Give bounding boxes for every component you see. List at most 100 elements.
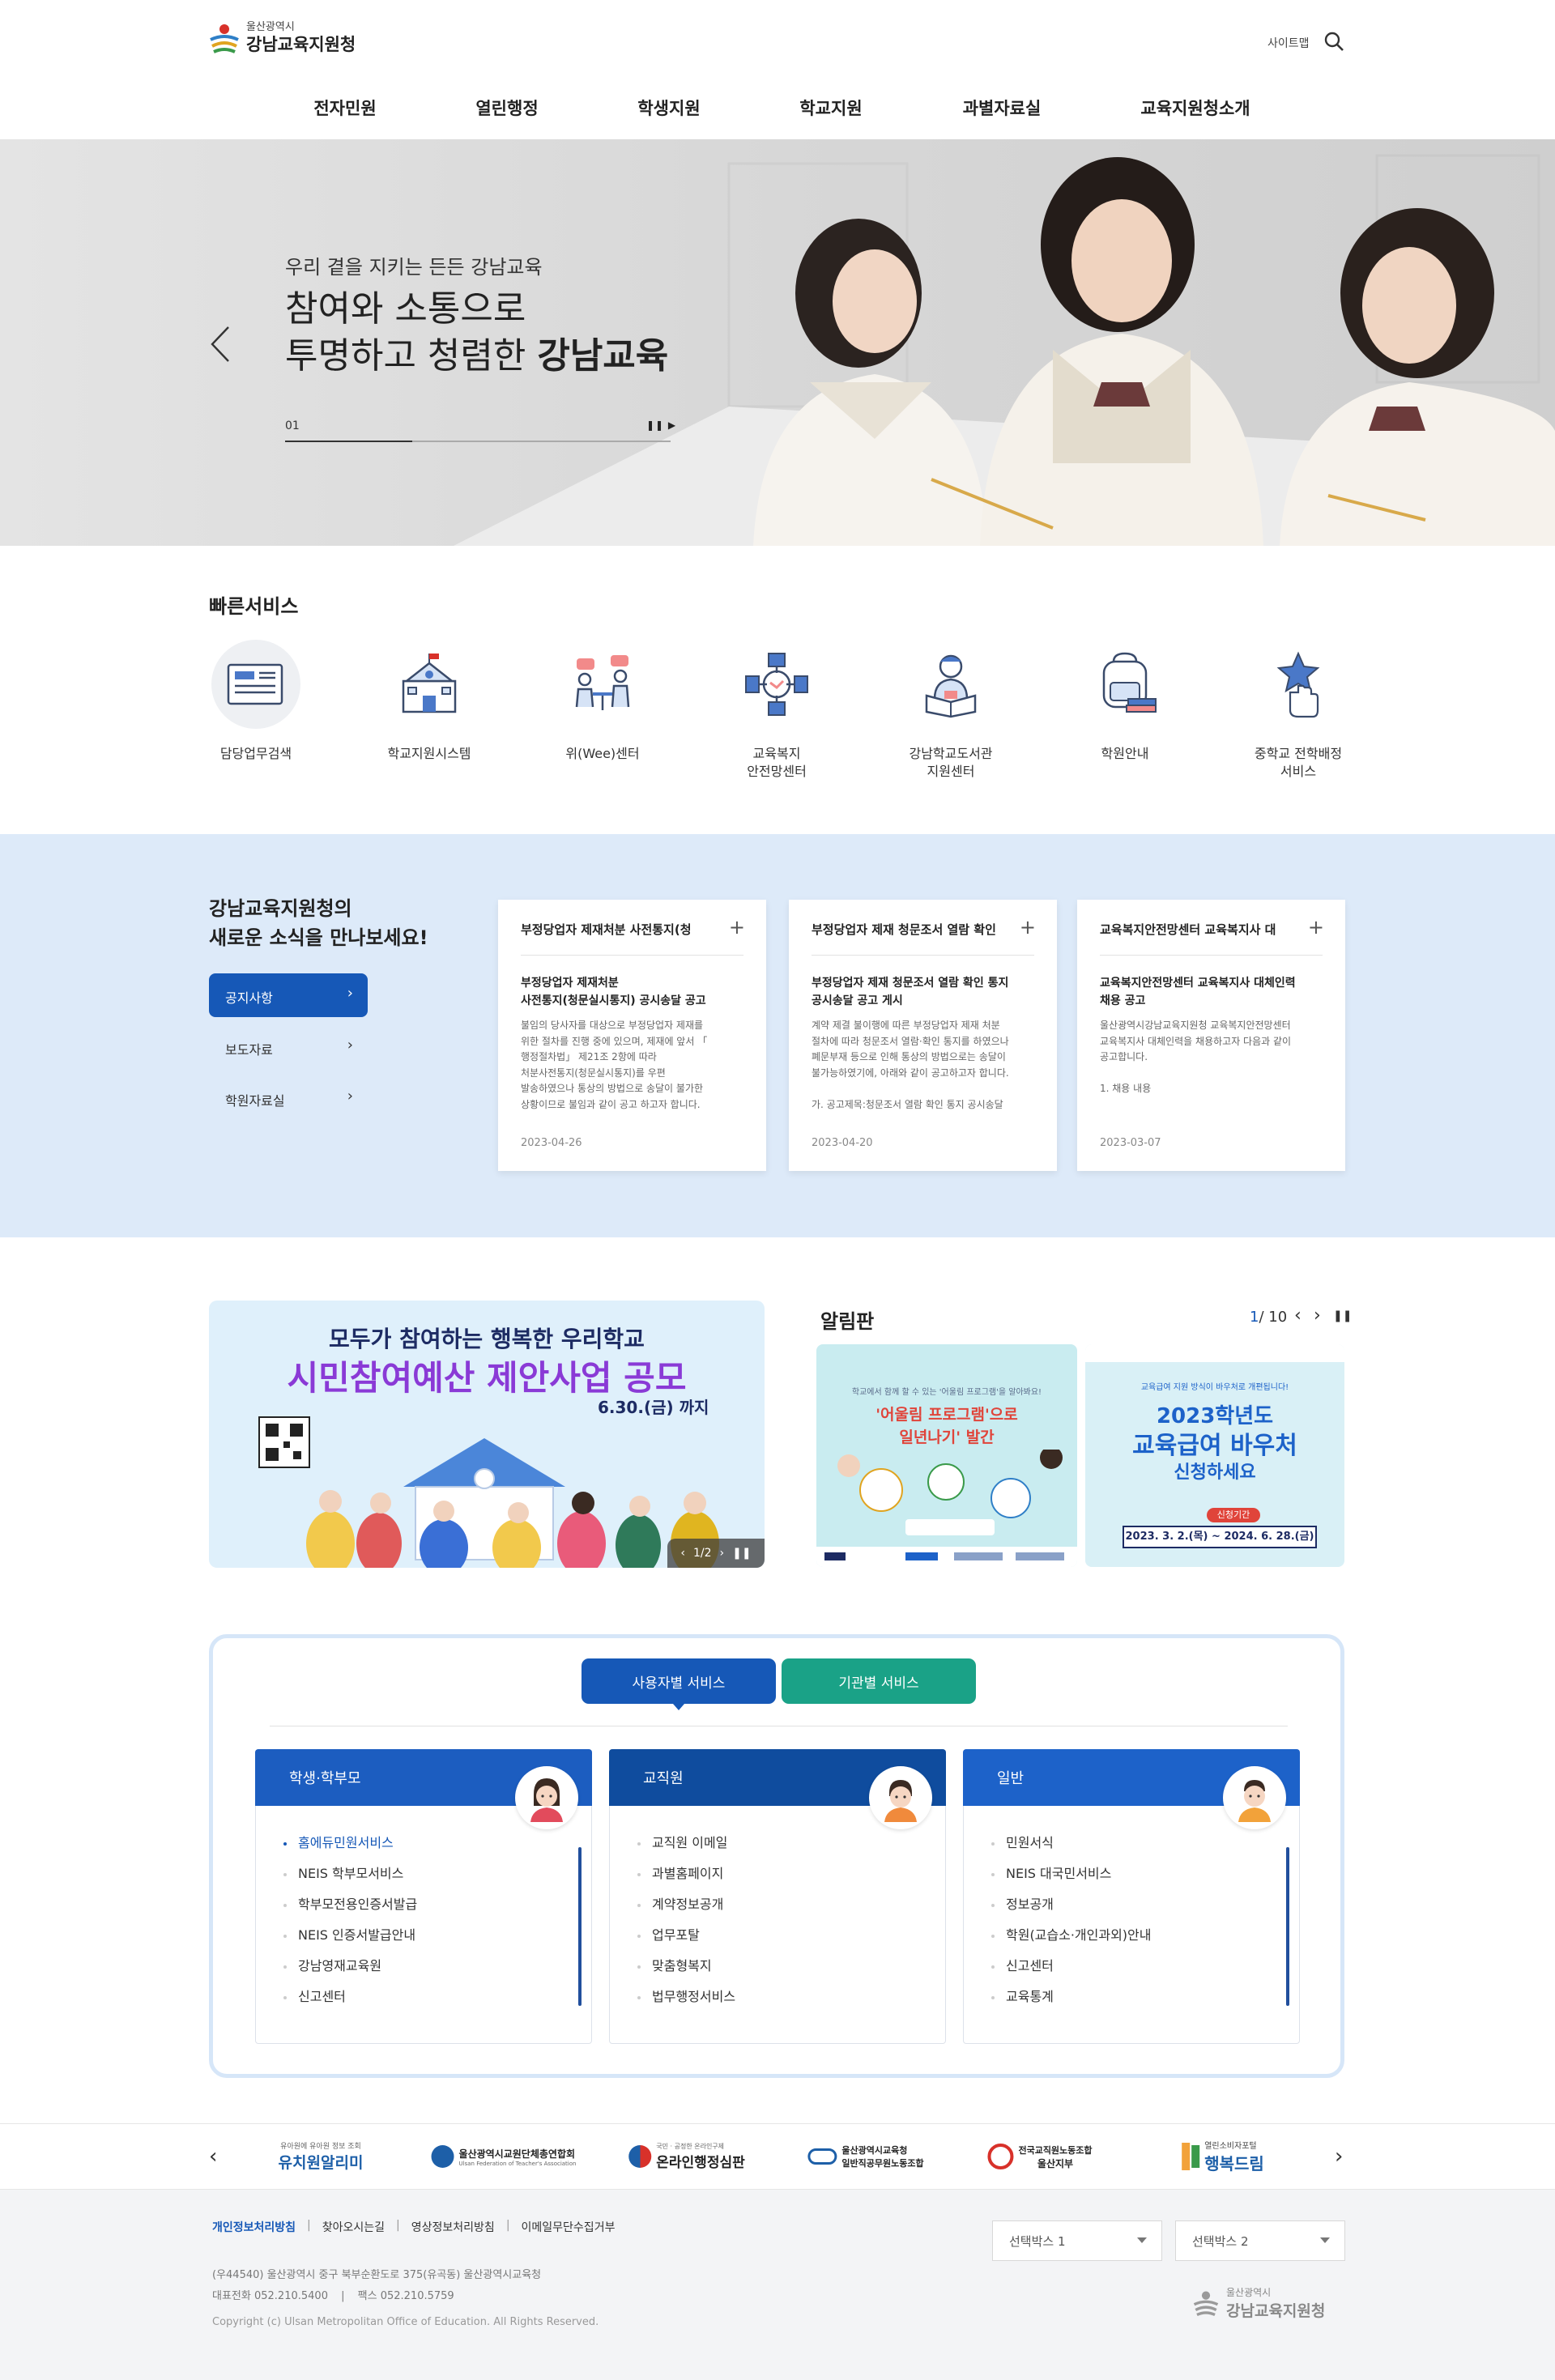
sitemap-link[interactable]: 사이트맵 — [1267, 35, 1310, 51]
chevron-right-icon[interactable]: › — [1314, 1305, 1321, 1326]
banner-teachers-federation[interactable]: 울산광역시교원단체총연합회 Ulsan Federation of Teache… — [431, 2138, 576, 2175]
footer-link-privacy[interactable]: 개인정보처리방침 — [212, 2219, 296, 2235]
nav-about[interactable]: 교육지원청소개 — [1140, 96, 1250, 120]
banner-teachers-union[interactable]: 전국교직원노동조합 울산지부 — [987, 2138, 1093, 2175]
nav-dept-archive[interactable]: 과별자료실 — [963, 96, 1042, 120]
pause-icon[interactable]: ❚❚ — [1333, 1309, 1352, 1322]
service-link[interactable]: 학원(교습소·개인과외)안내 — [991, 1920, 1152, 1951]
footer-address: (우44540) 울산광역시 중구 북부순환도로 375(유곡동) 울산광역시교… — [212, 2269, 542, 2281]
tab-notices[interactable]: 공지사항 › — [209, 973, 368, 1017]
plus-icon[interactable]: + — [1020, 916, 1036, 939]
service-link[interactable]: 신고센터 — [283, 1982, 417, 2012]
search-icon[interactable] — [1323, 31, 1344, 52]
promo-pager-text: 1/2 — [693, 1547, 712, 1560]
nav-school-support[interactable]: 학교지원 — [799, 96, 862, 120]
news-card-title[interactable]: 부정당업자 제재 청문조서 열람 확인 — [812, 921, 1014, 938]
service-link[interactable]: NEIS 대국민서비스 — [991, 1858, 1152, 1889]
chevron-right-icon: › — [347, 1037, 353, 1054]
nav-e-civil[interactable]: 전자민원 — [313, 96, 376, 120]
hero-prev-arrow-icon[interactable] — [207, 324, 232, 364]
nav-open-admin[interactable]: 열린행정 — [475, 96, 538, 120]
promo-banner[interactable]: 모두가 참여하는 행복한 우리학교 시민참여예산 제안사업 공모 6.30.(금… — [209, 1301, 765, 1568]
nav-student-support[interactable]: 학생지원 — [637, 96, 700, 120]
scrollbar[interactable] — [578, 1847, 582, 2006]
board-card-main3: 신청하세요 — [1174, 1462, 1256, 1483]
tab-user-services[interactable]: 사용자별 서비스 — [582, 1658, 776, 1704]
news-card[interactable]: 부정당업자 제재처분 사전통지(청 + 부정당업자 제재처분 사전통지(청문실시… — [498, 900, 766, 1171]
footer-link-cctv[interactable]: 영상정보처리방침 — [411, 2219, 495, 2235]
quick-item-label: 학원안내 — [1101, 746, 1149, 761]
service-link[interactable]: 교직원 이메일 — [637, 1828, 735, 1858]
banner-kindergarten[interactable]: 유아원에 유아원 정보 조회 유치원알리미 — [279, 2138, 364, 2175]
news-card[interactable]: 부정당업자 제재 청문조서 열람 확인 + 부정당업자 제재 청문조서 열람 확… — [789, 900, 1057, 1171]
service-link[interactable]: 업무포탈 — [637, 1920, 735, 1951]
news-heading-line1: 강남교육지원청의 — [209, 897, 352, 920]
banner-online-appeal[interactable]: 국민 · 공정한 온라인구제 온라인행정심판 — [628, 2138, 745, 2175]
footer-link-directions[interactable]: 찾아오시는길 — [322, 2219, 385, 2235]
service-link[interactable]: NEIS 인증서발급안내 — [283, 1920, 417, 1951]
footer-logo-sub: 울산광역시 — [1226, 2287, 1272, 2298]
board-card-main2: 교육급여 바우처 — [1132, 1432, 1297, 1460]
news-card-body: 불임의 당사자를 대상으로 부정당업자 제재를 위한 절차를 진행 중에 있으며… — [521, 1020, 708, 1110]
chevron-left-icon[interactable]: ‹ — [209, 2144, 217, 2169]
chevron-right-icon: › — [347, 1088, 353, 1105]
chevron-left-icon[interactable]: ‹ — [680, 1547, 685, 1560]
chevron-right-icon[interactable]: › — [1335, 2144, 1343, 2169]
news-card-body: 울산광역시강남교육지원청 교육복지안전망센터 교육복지사 대체인력을 채용하고자… — [1100, 1020, 1292, 1094]
footer-link-email[interactable]: 이메일무단수집거부 — [522, 2219, 616, 2235]
service-link[interactable]: 교육통계 — [991, 1982, 1152, 2012]
scrollbar[interactable] — [1286, 1847, 1289, 2006]
quick-item-label: 학교지원시스템 — [387, 746, 471, 761]
board-card-small: 학교에서 함께 할 수 있는 '어울림 프로그램'을 알아봐요! — [851, 1388, 1042, 1397]
tab-academy-archive[interactable]: 학원자료실 › — [209, 1076, 368, 1120]
quick-item-wee-center[interactable]: 위(Wee)센터 — [530, 640, 675, 763]
service-link[interactable]: 학부모전용인증서발급 — [283, 1889, 417, 1920]
service-link[interactable]: 강남영재교육원 — [283, 1951, 417, 1982]
service-box-staff: 교직원 교직원 이메일 과별홈페이지 계약정보공개 업무포탈 맞춤형복지 법무행… — [609, 1749, 946, 2044]
news-card-title[interactable]: 교육복지안전망센터 교육복지사 대 — [1100, 921, 1302, 938]
hero-pause-play-icon[interactable]: ❚❚ ▶ — [646, 419, 676, 431]
footer-select-2-value: 선택박스 2 — [1192, 2234, 1249, 2249]
service-list: 교직원 이메일 과별홈페이지 계약정보공개 업무포탈 맞춤형복지 법무행정서비스 — [637, 1828, 735, 2012]
footer-select-1[interactable]: 선택박스 1 — [992, 2220, 1162, 2261]
service-link[interactable]: 정보공개 — [991, 1889, 1152, 1920]
service-link[interactable]: 과별홈페이지 — [637, 1858, 735, 1889]
news-card[interactable]: 교육복지안전망센터 교육복지사 대 + 교육복지안전망센터 교육복지사 대체인력… — [1077, 900, 1345, 1171]
service-link[interactable]: 법무행정서비스 — [637, 1982, 735, 2012]
service-link[interactable]: 신고센터 — [991, 1951, 1152, 1982]
service-link[interactable]: 민원서식 — [991, 1828, 1152, 1858]
board-card-voucher[interactable]: 교육급여 지원 방식이 바우처로 개편됩니다! 2023학년도 교육급여 바우처… — [1085, 1344, 1344, 1567]
service-link[interactable]: 홈에듀민원서비스 — [283, 1828, 417, 1858]
site-logo[interactable]: 울산광역시 강남교육지원청 — [209, 21, 356, 55]
tab-academy-label: 학원자료실 — [225, 1093, 285, 1109]
service-box-student-parent: 학생·학부모 홈에듀민원서비스 NEIS 학부모서비스 학부모전용인증서발급 N… — [255, 1749, 592, 2044]
service-link[interactable]: 맞춤형복지 — [637, 1951, 735, 1982]
quick-item-academy-guide[interactable]: 학원안내 — [1052, 640, 1198, 763]
quick-item-library-center[interactable]: 강남학교도서관 지원센터 — [878, 640, 1024, 781]
quick-item-task-search[interactable]: 담당업무검색 — [183, 640, 329, 763]
tab-notices-label: 공지사항 — [225, 990, 273, 1006]
banner-happy-dream[interactable]: 열린소비자포털 행복드림 — [1182, 2138, 1264, 2175]
chevron-down-icon — [1137, 2237, 1147, 2243]
quick-item-school-system[interactable]: 학교지원시스템 — [356, 640, 502, 763]
quick-item-welfare-center[interactable]: 교육복지 안전망센터 — [704, 640, 850, 781]
pause-icon[interactable]: ❚❚ — [732, 1547, 751, 1560]
plus-icon[interactable]: + — [729, 916, 745, 939]
related-sites-banner-bar — [0, 2123, 1555, 2190]
quick-item-transfer-service[interactable]: 중학교 전학배정 서비스 — [1225, 640, 1371, 781]
footer-select-2[interactable]: 선택박스 2 — [1175, 2220, 1345, 2261]
promo-pager[interactable]: ‹ 1/2 › ❚❚ — [667, 1539, 765, 1568]
service-link[interactable]: NEIS 학부모서비스 — [283, 1858, 417, 1889]
board-card-program[interactable]: 학교에서 함께 할 수 있는 '어울림 프로그램'을 알아봐요! '어울림 프로… — [816, 1344, 1077, 1567]
tab-org-services[interactable]: 기관별 서비스 — [782, 1658, 976, 1704]
banner-small-text: 울산광역시교육청 — [841, 2145, 908, 2156]
chevron-right-icon[interactable]: › — [720, 1547, 725, 1560]
news-card-date: 2023-04-26 — [521, 1137, 582, 1149]
news-card-title[interactable]: 부정당업자 제재처분 사전통지(청 — [521, 921, 723, 938]
school-building-icon — [385, 640, 474, 729]
service-link[interactable]: 계약정보공개 — [637, 1889, 735, 1920]
chevron-left-icon[interactable]: ‹ — [1294, 1305, 1302, 1326]
tab-press[interactable]: 보도자료 › — [209, 1025, 368, 1069]
banner-union[interactable]: 울산광역시교육청 일반직공무원노동조합 — [807, 2138, 924, 2175]
plus-icon[interactable]: + — [1308, 916, 1324, 939]
